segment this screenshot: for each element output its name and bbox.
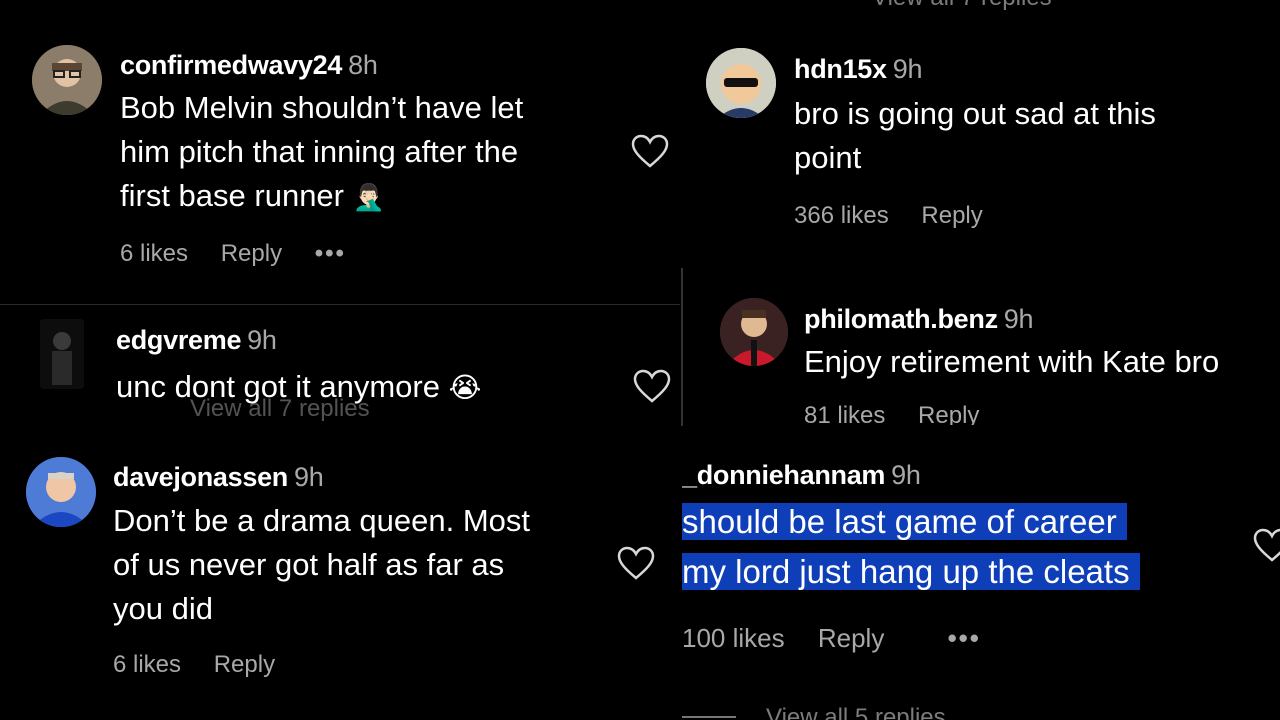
comment-meta: 6 likes Reply <box>113 651 301 679</box>
comment-time: 9h <box>892 54 923 84</box>
heart-icon[interactable] <box>632 369 672 405</box>
likes-count[interactable]: 6 likes <box>120 240 188 267</box>
view-replies-link-top[interactable]: View all 7 replies <box>872 0 1052 12</box>
facepalm-emoji-icon: 🤦🏻‍♂️ <box>352 182 385 212</box>
avatar[interactable] <box>32 45 102 115</box>
comment-meta: 366 likes Reply <box>794 202 1009 230</box>
likes-count[interactable]: 81 likes <box>804 402 885 425</box>
avatar[interactable] <box>40 319 84 389</box>
username[interactable]: _donniehannam 9h <box>682 460 921 491</box>
comment-hdn15x: hdn15x 9h bro is going out sad at this po… <box>684 20 1280 265</box>
avatar[interactable] <box>26 457 96 527</box>
comment-meta: 6 likes Reply ••• <box>120 240 372 268</box>
likes-count[interactable]: 366 likes <box>794 202 889 229</box>
view-replies-link[interactable]: View all 7 replies <box>190 395 370 423</box>
reply-button[interactable]: Reply <box>818 623 884 653</box>
panel-divider <box>681 268 683 426</box>
heart-icon[interactable] <box>630 134 670 170</box>
comment-confirmedwavy24: confirmedwavy24 8h Bob Melvin shouldn’t h… <box>0 0 680 300</box>
view-replies-link-bottom[interactable]: View all 5 replies <box>766 704 946 720</box>
comment-time: 9h <box>1003 304 1034 334</box>
reply-button[interactable]: Reply <box>221 240 282 267</box>
comment-donniehannam: _donniehannam 9h should be last game of c… <box>682 440 1280 720</box>
comment-time: 9h <box>294 462 324 492</box>
username[interactable]: confirmedwavy24 8h <box>120 50 378 81</box>
more-options-icon[interactable]: ••• <box>948 623 981 653</box>
comment-text: Enjoy retirement with Kate bro <box>804 344 1220 379</box>
comment-time: 9h <box>891 460 921 490</box>
reply-button[interactable]: Reply <box>214 651 275 678</box>
heart-icon[interactable] <box>1252 528 1280 564</box>
username[interactable]: hdn15x 9h <box>794 54 922 85</box>
comment-time: 8h <box>348 50 378 80</box>
heart-icon[interactable] <box>616 546 656 582</box>
username[interactable]: davejonassen 9h <box>113 462 324 493</box>
comment-edgvreme: edgvreme 9h unc dont got it anymore 😭 Vie… <box>0 304 680 425</box>
username[interactable]: philomath.benz 9h <box>804 304 1034 335</box>
more-options-icon[interactable]: ••• <box>315 240 346 267</box>
avatar[interactable] <box>720 298 788 366</box>
comment-text: Don’t be a drama queen. Most of us never… <box>113 503 531 626</box>
comment-davejonassen: davejonassen 9h Don’t be a drama queen. M… <box>0 426 680 720</box>
likes-count[interactable]: 6 likes <box>113 651 181 678</box>
replies-line <box>682 716 736 718</box>
likes-count[interactable]: 100 likes <box>682 623 785 653</box>
selected-text: should be last game of career <box>682 503 1127 540</box>
reply-button[interactable]: Reply <box>918 402 979 425</box>
username[interactable]: edgvreme 9h <box>116 325 277 356</box>
crying-emoji-icon: 😭 <box>448 372 482 403</box>
comment-meta: 100 likes Reply ••• <box>682 623 1007 654</box>
reply-button[interactable]: Reply <box>921 202 982 229</box>
comment-philomath-benz: philomath.benz 9h Enjoy retirement with K… <box>686 270 1280 425</box>
selected-text: my lord just hang up the cleats <box>682 553 1140 590</box>
avatar[interactable] <box>706 48 776 118</box>
comment-text: bro is going out sad at this point <box>794 96 1156 175</box>
comment-text: Bob Melvin shouldn’t have let him pitch … <box>120 90 524 213</box>
comment-meta: 81 likes Reply <box>804 402 1005 425</box>
comment-text: should be last game of career my lord ju… <box>682 497 1140 597</box>
comment-time: 9h <box>247 325 277 355</box>
